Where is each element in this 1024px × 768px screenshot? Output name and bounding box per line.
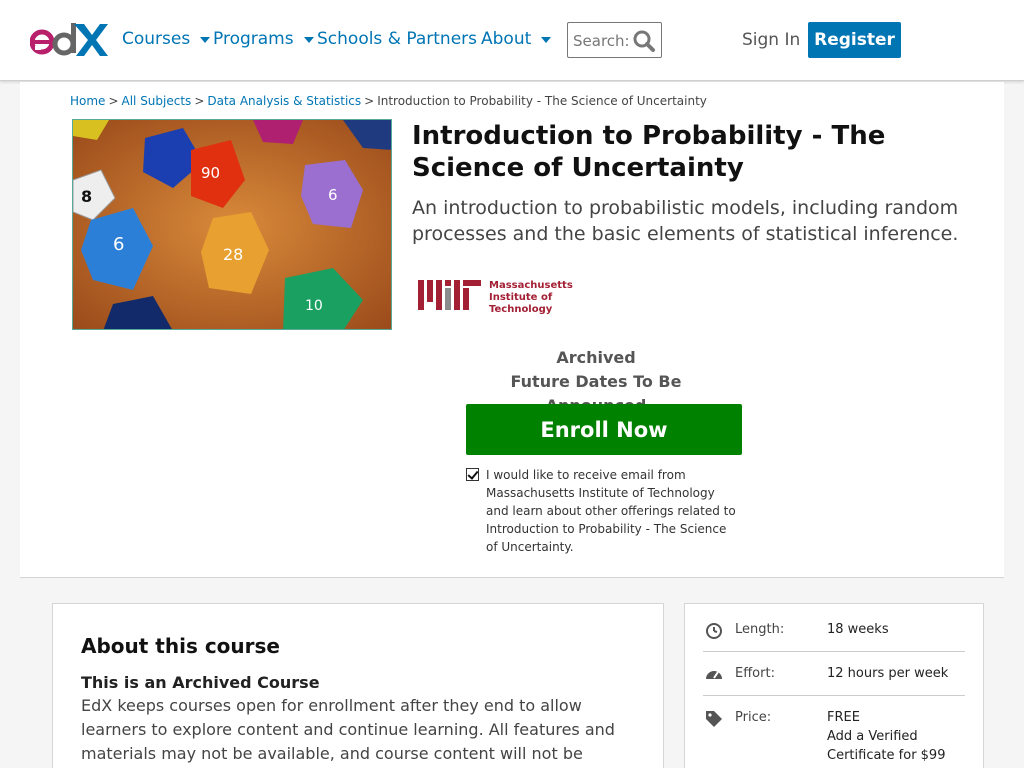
course-title: Introduction to Probability - The Scienc…: [412, 121, 886, 183]
dice-image: 8 90 6 6 28 10: [73, 120, 391, 329]
svg-text:8: 8: [81, 187, 92, 206]
search-icon[interactable]: [632, 29, 656, 53]
site-header: Courses Programs Schools & Partners Abou…: [0, 0, 1024, 81]
course-image: 8 90 6 6 28 10: [72, 119, 392, 330]
fact-value: 12 hours per week: [827, 666, 949, 681]
fact-label: Price:: [735, 710, 772, 725]
price-free: FREE: [827, 710, 860, 725]
fact-effort: Effort: 12 hours per week: [703, 660, 965, 696]
nav-courses[interactable]: Courses: [122, 29, 211, 49]
register-button[interactable]: Register: [808, 22, 901, 58]
course-hero: Home > All Subjects > Data Analysis & Statis…: [20, 82, 1004, 578]
search-input[interactable]: [573, 31, 631, 51]
fact-label: Length:: [735, 622, 785, 637]
email-consent-checkbox[interactable]: [466, 468, 479, 481]
status-archived: Archived: [556, 348, 636, 367]
svg-text:10: 10: [305, 298, 323, 314]
breadcrumb-current: Introduction to Probability - The Scienc…: [377, 94, 707, 108]
mit-logo[interactable]: Massachusetts Institute of Technology: [418, 278, 573, 318]
enroll-button[interactable]: Enroll Now: [466, 404, 742, 455]
price-verified-link[interactable]: Add a Verified: [827, 727, 945, 746]
svg-text:90: 90: [201, 164, 220, 182]
clock-icon: [706, 623, 722, 639]
svg-text:6: 6: [328, 186, 338, 204]
nav-programs-label: Programs: [213, 29, 294, 49]
search-box: [567, 22, 662, 58]
about-heading: About this course: [81, 634, 280, 658]
breadcrumb-separator: >: [194, 94, 205, 108]
breadcrumb-separator: >: [108, 94, 119, 108]
fact-price: Price: FREE Add a Verified Certificate f…: [703, 704, 965, 768]
svg-text:28: 28: [223, 245, 243, 264]
nav-courses-label: Courses: [122, 29, 191, 49]
sign-in-link[interactable]: Sign In: [742, 30, 800, 50]
svg-text:6: 6: [113, 234, 124, 255]
tag-icon: [706, 711, 722, 727]
about-course-card: About this course This is an Archived Co…: [52, 603, 664, 768]
mit-logo-mark: [418, 280, 481, 310]
fact-value: 18 weeks: [827, 622, 889, 637]
breadcrumb-separator: >: [364, 94, 375, 108]
breadcrumb-home[interactable]: Home: [70, 94, 105, 108]
about-body: EdX keeps courses open for enrollment af…: [81, 696, 615, 763]
course-subtitle: An introduction to probabilistic models,…: [412, 197, 959, 245]
breadcrumb-data-analysis[interactable]: Data Analysis & Statistics: [207, 94, 361, 108]
mit-logo-text: Massachusetts Institute of Technology: [489, 280, 573, 315]
breadcrumb: Home > All Subjects > Data Analysis & Statis…: [70, 94, 707, 108]
price-certificate: Certificate for $99: [827, 748, 946, 763]
nav-about-label: About: [481, 29, 532, 49]
chevron-down-icon: [303, 37, 314, 43]
nav-schools-partners[interactable]: Schools & Partners: [317, 29, 477, 49]
edx-logo[interactable]: [30, 20, 108, 60]
nav-schools-label: Schools & Partners: [317, 29, 477, 49]
nav-about[interactable]: About: [481, 29, 552, 49]
course-facts-card: Length: 18 weeks Effort: 12 hours per we…: [684, 603, 984, 768]
email-consent-label: I would like to receive email from Massa…: [486, 468, 736, 554]
nav-programs[interactable]: Programs: [213, 29, 314, 49]
chevron-down-icon: [200, 37, 211, 43]
archived-heading: This is an Archived Course: [81, 673, 320, 692]
breadcrumb-all-subjects[interactable]: All Subjects: [122, 94, 192, 108]
fact-length: Length: 18 weeks: [703, 616, 965, 652]
fact-label: Effort:: [735, 666, 775, 681]
chevron-down-icon: [541, 37, 552, 43]
gauge-icon: [706, 671, 722, 679]
fact-value-price: FREE Add a Verified Certificate for $99: [827, 708, 945, 765]
